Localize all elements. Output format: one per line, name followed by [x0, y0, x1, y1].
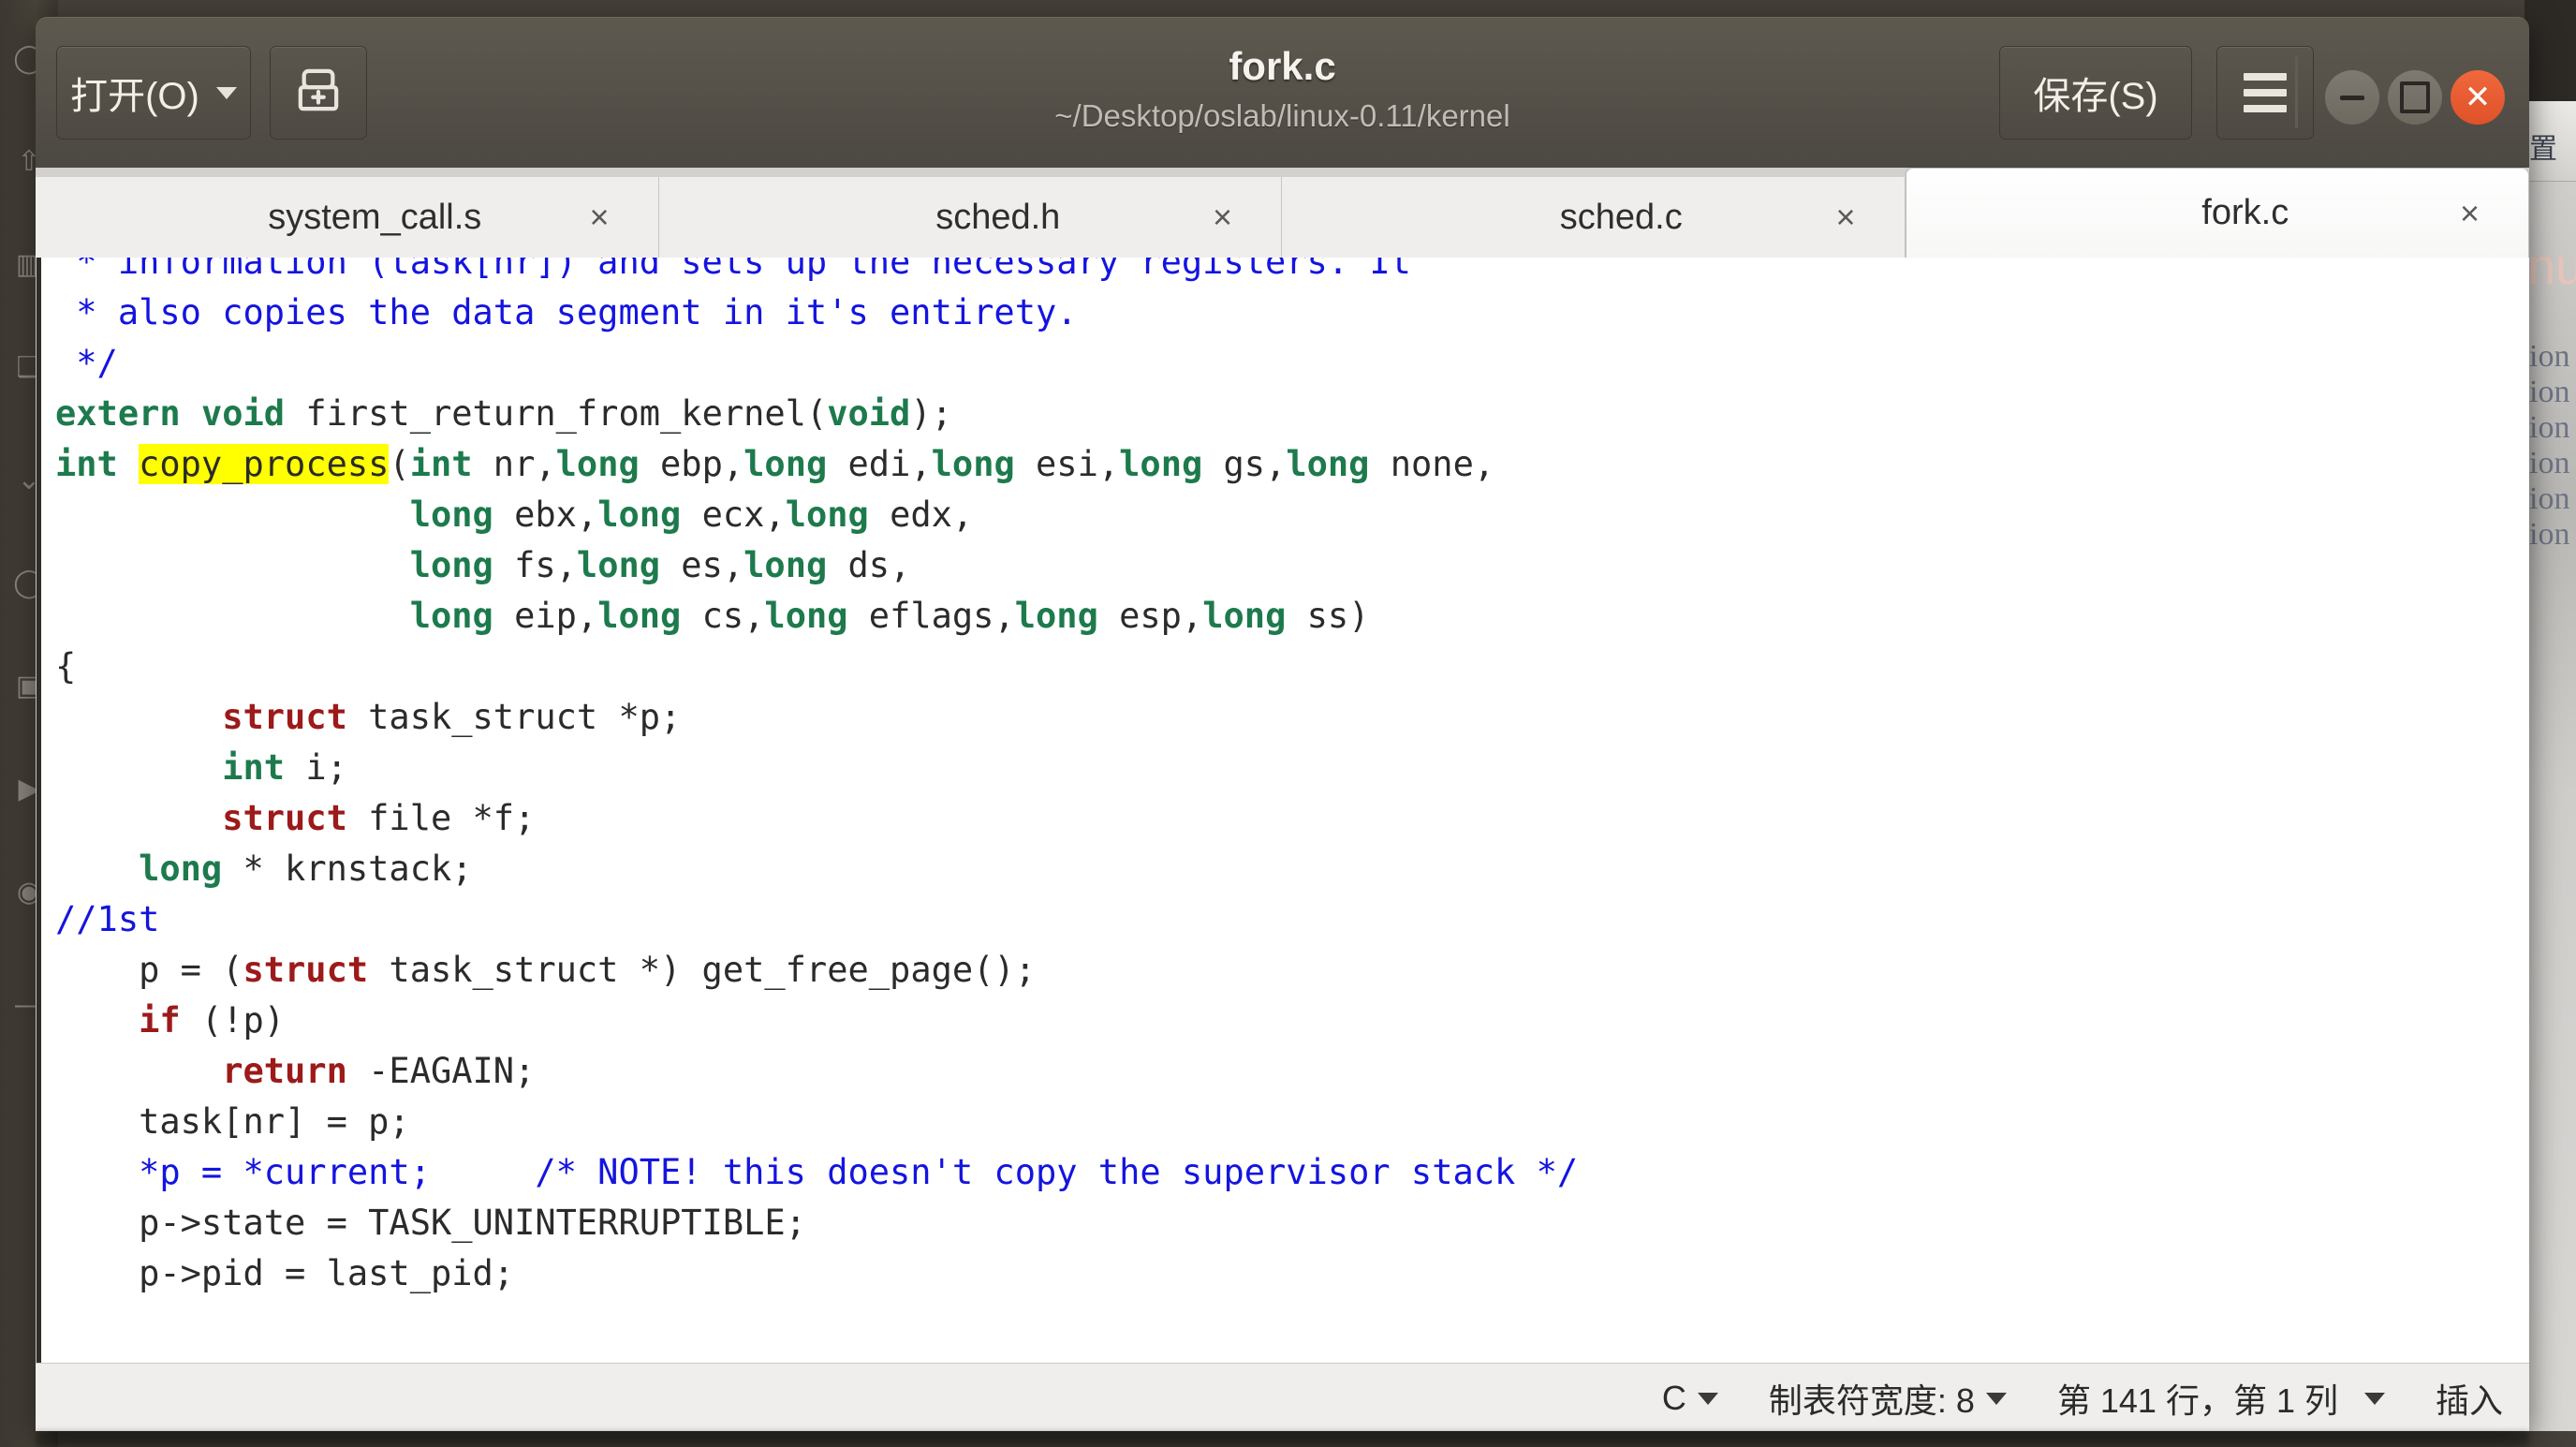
status-bar: C 制表符宽度: 8 第 141 行，第 1 列 插入 [36, 1363, 2529, 1431]
insert-mode-text: 插入 [2435, 1381, 2503, 1420]
open-button[interactable]: 打开(O) [56, 46, 251, 140]
background-row: ion [2529, 517, 2570, 552]
minimize-icon[interactable] [2325, 70, 2379, 125]
background-row: ion [2529, 481, 2570, 516]
maximize-icon[interactable] [2388, 70, 2442, 125]
save-button-label: 保存(S) [2033, 76, 2158, 117]
chevron-down-icon [2363, 1392, 2385, 1405]
background-top-panel [2524, 0, 2576, 101]
gedit-window: 打开(O) fork.c ~/Desktop/oslab/linux-0.11/… [36, 17, 2529, 1431]
save-button[interactable]: 保存(S) [1999, 46, 2192, 140]
language-selector[interactable]: C [1662, 1379, 1718, 1418]
chevron-down-icon [215, 86, 237, 99]
language-label: C [1661, 1379, 1686, 1417]
tab-close-icon[interactable]: × [2460, 194, 2480, 233]
open-button-label: 打开(O) [70, 76, 199, 117]
tab-sched-c[interactable]: sched.c × [1282, 177, 1906, 258]
tab-fork-c[interactable]: fork.c × [1905, 168, 2529, 258]
code-editor-area[interactable]: * information (task[nr]) and sets up the… [36, 258, 2529, 1363]
background-row: ion [2529, 375, 2570, 409]
source-code-text[interactable]: * information (task[nr]) and sets up the… [37, 258, 2529, 1299]
insert-mode-label: 插入 [2436, 1374, 2503, 1423]
desktop-background: ◯ ⇧ ▥ ❑ ⌄ ◯ ▣ ▶ ◉ — 置 nux ion ion ion io… [0, 0, 2576, 1447]
new-document-button[interactable] [270, 46, 367, 140]
tab-width-selector[interactable]: 制表符宽度: 8 [1769, 1374, 2007, 1423]
window-controls: ✕ [2295, 55, 2505, 128]
background-window[interactable]: 置 nux ion ion ion ion ion ion [2524, 101, 2576, 1431]
tab-close-icon[interactable]: × [589, 198, 609, 237]
hamburger-menu-icon [2244, 73, 2287, 112]
window-shadow [36, 1431, 2529, 1447]
background-row: ion [2529, 410, 2570, 445]
chevron-down-icon [1697, 1392, 1718, 1405]
cursor-position-selector[interactable]: 第 141 行，第 1 列 [2057, 1374, 2385, 1423]
tab-close-icon[interactable]: × [1213, 198, 1232, 237]
new-document-icon [297, 67, 340, 119]
tab-width-label: 制表符宽度: 8 [1768, 1381, 1975, 1420]
tab-label: sched.h [935, 197, 1061, 237]
tab-label: system_call.s [268, 197, 482, 237]
background-window-toolbar: 置 [2525, 101, 2576, 182]
background-window-logo: nux [2527, 239, 2576, 295]
tab-close-icon[interactable]: × [1835, 198, 1855, 237]
cursor-position-label: 第 141 行，第 1 列 [2056, 1381, 2338, 1420]
close-icon[interactable]: ✕ [2451, 70, 2505, 125]
tab-sched-h[interactable]: sched.h × [658, 177, 1282, 258]
window-header-bar: 打开(O) fork.c ~/Desktop/oslab/linux-0.11/… [36, 17, 2529, 168]
tab-bar: system_call.s × sched.h × sched.c × fork… [36, 168, 2529, 258]
tab-label: fork.c [2201, 193, 2289, 232]
tab-label: sched.c [1559, 197, 1683, 237]
tab-system_call-s[interactable]: system_call.s × [36, 177, 659, 258]
background-row: ion [2529, 339, 2570, 374]
background-row: ion [2529, 446, 2570, 480]
chevron-down-icon [1985, 1392, 2007, 1405]
divider [2295, 55, 2298, 128]
